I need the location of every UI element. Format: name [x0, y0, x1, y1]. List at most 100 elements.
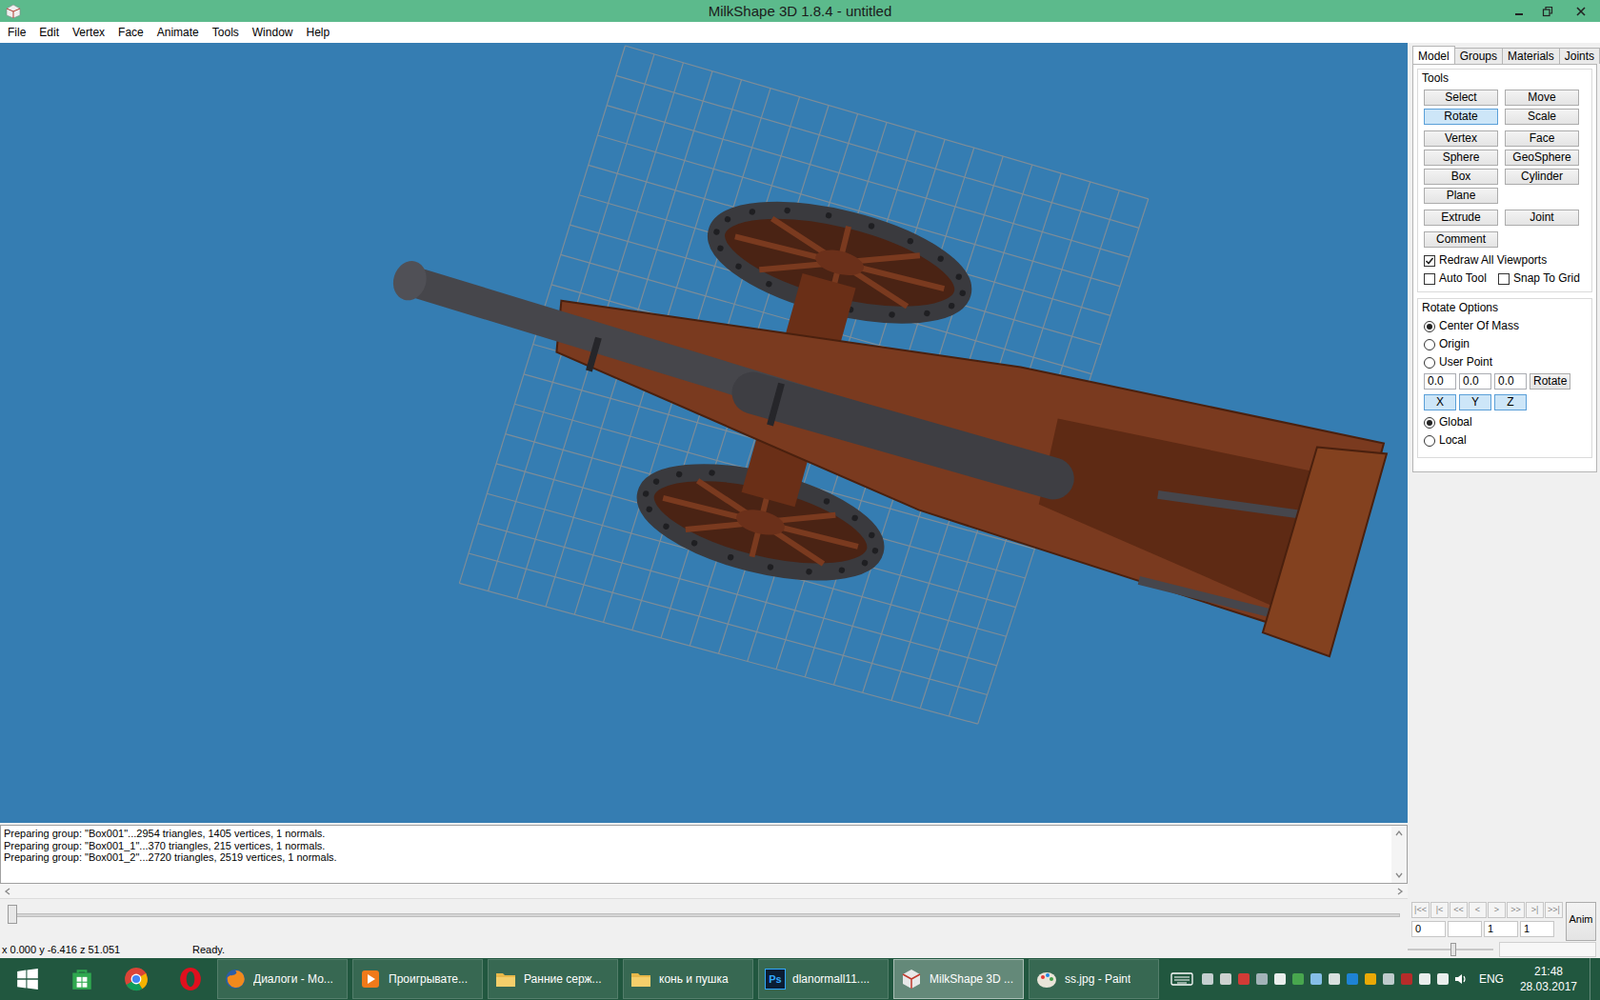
- checkbox[interactable]: [1423, 273, 1436, 285]
- tray-icon[interactable]: [1290, 971, 1306, 987]
- frame-nav-button[interactable]: <<: [1449, 901, 1468, 919]
- frame-nav-button[interactable]: >|: [1525, 901, 1544, 919]
- checkbox[interactable]: [1423, 255, 1436, 267]
- user-point-field[interactable]: 0.0: [1423, 373, 1457, 390]
- show-desktop-button[interactable]: [1589, 958, 1600, 1000]
- tool-button[interactable]: Sphere: [1423, 149, 1499, 166]
- user-point-field[interactable]: 0.0: [1494, 373, 1527, 390]
- menu-item[interactable]: Animate: [150, 25, 206, 40]
- language-indicator[interactable]: ENG: [1471, 972, 1512, 986]
- tray-icon[interactable]: [1417, 971, 1433, 987]
- radio[interactable]: [1423, 339, 1436, 351]
- taskbar-button[interactable]: MilkShape 3D ...: [893, 959, 1024, 1000]
- tray-icon[interactable]: [1326, 971, 1342, 987]
- center-radio[interactable]: Center Of Mass: [1418, 319, 1592, 334]
- tray-icon[interactable]: [1200, 971, 1216, 987]
- menu-item[interactable]: Edit: [32, 25, 66, 40]
- option-checkbox[interactable]: Auto Tool: [1423, 271, 1499, 286]
- pinned-app[interactable]: [54, 958, 109, 1000]
- taskbar-button[interactable]: Диалоги - Мо...: [217, 959, 348, 1000]
- frame-field[interactable]: 1: [1483, 920, 1519, 938]
- menu-item[interactable]: Vertex: [65, 25, 112, 40]
- radio[interactable]: [1423, 320, 1436, 333]
- 3d-viewport[interactable]: [0, 42, 1408, 823]
- frame-nav-button[interactable]: <: [1468, 901, 1487, 919]
- cannon-model[interactable]: [388, 186, 1387, 657]
- center-radio[interactable]: User Point: [1418, 355, 1592, 370]
- tool-button[interactable]: Plane: [1423, 187, 1499, 204]
- tray-icon[interactable]: [1380, 971, 1397, 987]
- checkbox[interactable]: [1498, 273, 1510, 285]
- frame-slider[interactable]: [7, 904, 1400, 924]
- tray-icon[interactable]: [1236, 971, 1252, 987]
- panel-tab[interactable]: Joints: [1559, 47, 1600, 64]
- panel-tab[interactable]: Materials: [1501, 47, 1560, 64]
- tool-button[interactable]: Joint: [1504, 209, 1580, 226]
- clock[interactable]: 21:48 28.03.2017: [1514, 963, 1583, 995]
- tray-icon[interactable]: [1272, 971, 1288, 987]
- axis-button[interactable]: Z: [1494, 394, 1527, 411]
- pinned-app[interactable]: [0, 958, 55, 1000]
- frame-field[interactable]: 0: [1411, 920, 1446, 938]
- option-checkbox[interactable]: Redraw All Viewports: [1423, 253, 1592, 268]
- tray-icon[interactable]: [1218, 971, 1234, 987]
- taskbar-button[interactable]: ss.jpg - Paint: [1028, 959, 1160, 1000]
- frame-nav-button[interactable]: >: [1487, 901, 1506, 919]
- radio[interactable]: [1423, 435, 1436, 447]
- tray-icon[interactable]: [1399, 971, 1415, 987]
- frame-field[interactable]: 1: [1520, 920, 1555, 938]
- tool-button[interactable]: Comment: [1423, 231, 1499, 248]
- tool-button[interactable]: Rotate: [1423, 108, 1499, 125]
- scroll-left-icon[interactable]: [2, 886, 13, 897]
- pinned-app[interactable]: [162, 958, 218, 1000]
- restore-button[interactable]: [1533, 0, 1562, 22]
- taskbar-button[interactable]: Ранние серж...: [487, 959, 619, 1000]
- tray-icon[interactable]: [1344, 971, 1360, 987]
- space-radio[interactable]: Global: [1418, 415, 1592, 430]
- tool-button[interactable]: GeoSphere: [1504, 149, 1580, 166]
- keyboard-icon[interactable]: [1170, 971, 1194, 987]
- frame-nav-button[interactable]: >>|: [1544, 901, 1563, 919]
- axis-button[interactable]: Y: [1459, 394, 1492, 411]
- radio[interactable]: [1423, 357, 1436, 369]
- option-checkbox[interactable]: Snap To Grid: [1498, 271, 1592, 286]
- tray-icon[interactable]: [1435, 971, 1451, 987]
- volume-icon[interactable]: [1453, 971, 1469, 987]
- tool-button[interactable]: Cylinder: [1504, 168, 1580, 185]
- minimize-button[interactable]: [1504, 0, 1534, 22]
- tool-button[interactable]: Face: [1504, 130, 1580, 147]
- log-horizontal-scrollbar[interactable]: [0, 883, 1408, 900]
- menu-item[interactable]: Window: [245, 25, 300, 40]
- frame-nav-button[interactable]: |<<: [1411, 901, 1430, 919]
- user-point-field[interactable]: 0.0: [1459, 373, 1492, 390]
- close-button[interactable]: [1561, 0, 1600, 22]
- tray-icon[interactable]: [1254, 971, 1270, 987]
- speed-thumb[interactable]: [1450, 942, 1457, 957]
- taskbar-button[interactable]: конь и пушка: [622, 959, 754, 1000]
- anim-button[interactable]: Anim: [1565, 901, 1597, 941]
- frame-nav-button[interactable]: >>: [1506, 901, 1525, 919]
- pinned-app[interactable]: [108, 958, 163, 1000]
- tray-icon[interactable]: [1308, 971, 1324, 987]
- slider-thumb[interactable]: [7, 904, 18, 924]
- tool-button[interactable]: Scale: [1504, 108, 1580, 125]
- tool-button[interactable]: Extrude: [1423, 209, 1499, 226]
- tool-button[interactable]: Box: [1423, 168, 1499, 185]
- tray-icon[interactable]: [1362, 971, 1379, 987]
- axis-button[interactable]: X: [1423, 394, 1457, 411]
- menu-item[interactable]: File: [0, 25, 33, 40]
- tool-button[interactable]: Vertex: [1423, 130, 1499, 147]
- scroll-up-icon[interactable]: [1394, 828, 1404, 839]
- radio[interactable]: [1423, 417, 1436, 429]
- menu-item[interactable]: Help: [299, 25, 337, 40]
- scroll-down-icon[interactable]: [1394, 870, 1404, 880]
- tool-button[interactable]: Move: [1504, 89, 1580, 106]
- frame-nav-button[interactable]: |<: [1430, 901, 1449, 919]
- center-radio[interactable]: Origin: [1418, 337, 1592, 352]
- taskbar-button[interactable]: Ps dlanormall11....: [758, 959, 889, 1000]
- taskbar-button[interactable]: Проигрывате...: [352, 959, 483, 1000]
- rotate-apply-button[interactable]: Rotate: [1529, 373, 1571, 390]
- frame-field[interactable]: [1447, 920, 1482, 938]
- tool-button[interactable]: Select: [1423, 89, 1499, 106]
- log-vertical-scrollbar[interactable]: [1391, 825, 1407, 883]
